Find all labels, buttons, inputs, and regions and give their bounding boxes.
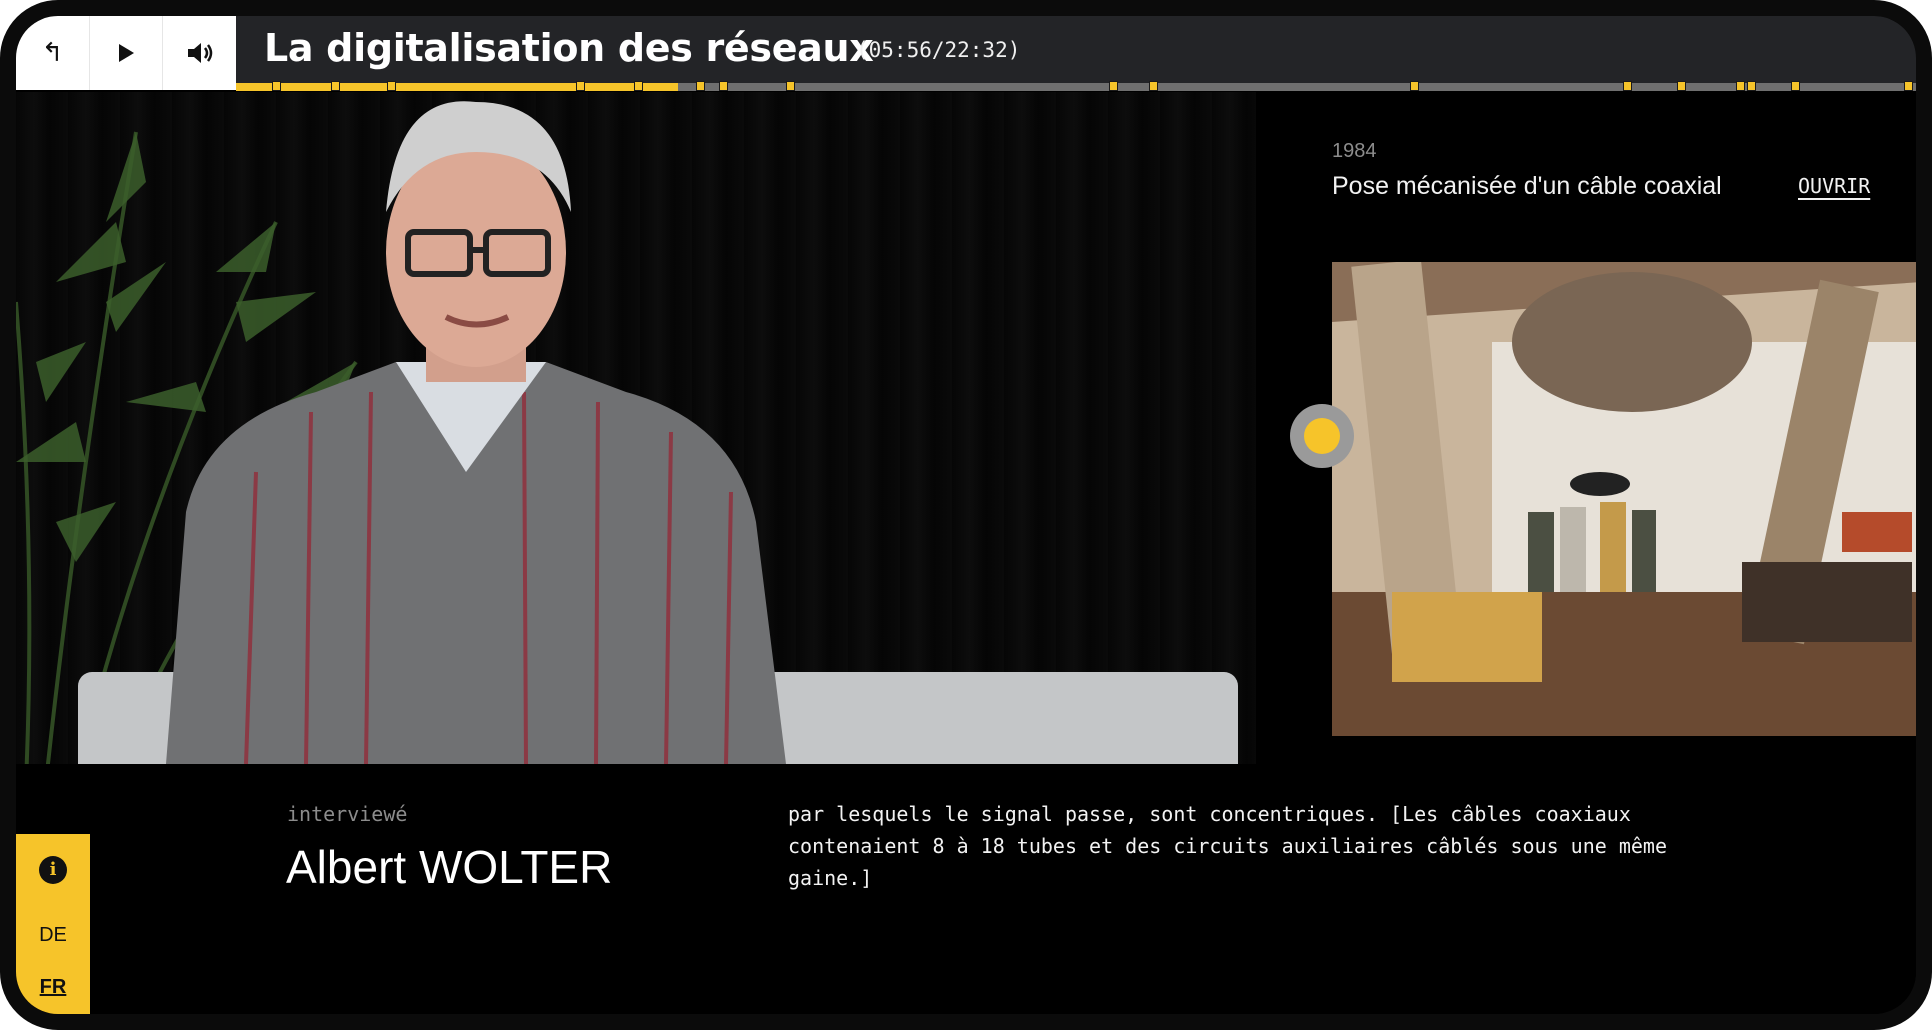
chapter-marker[interactable] [576, 81, 586, 91]
interview-video[interactable] [16, 92, 1256, 764]
volume-icon [187, 43, 212, 63]
chapter-marker[interactable] [1108, 81, 1118, 91]
chapter-marker[interactable] [1791, 81, 1801, 91]
volume-button[interactable] [163, 16, 236, 90]
archive-photo-image [1332, 262, 1916, 736]
speaker-role: interviewé [287, 802, 408, 826]
chapter-marker[interactable] [633, 81, 643, 91]
chapter-marker[interactable] [1747, 81, 1757, 91]
app-frame: ↰ La digitalisation des réseaux (05:56/2… [0, 0, 1932, 1030]
chapter-marker[interactable] [786, 81, 796, 91]
media-year: 1984 [1332, 140, 1377, 162]
chapter-marker[interactable] [272, 81, 282, 91]
media-title: Pose mécanisée d'un câble coaxial [1332, 172, 1722, 200]
speaker-name: Albert WOLTER [286, 841, 613, 893]
language-panel: i DE FR [16, 834, 90, 1014]
chapter-marker[interactable] [1676, 81, 1686, 91]
open-media-link[interactable]: OUVRIR [1798, 174, 1870, 198]
chapter-marker[interactable] [1623, 81, 1633, 91]
chapter-marker[interactable] [1149, 81, 1159, 91]
video-title: La digitalisation des réseaux [264, 26, 874, 70]
chapter-marker[interactable] [1903, 81, 1913, 91]
play-icon [119, 44, 134, 62]
back-button[interactable]: ↰ [16, 16, 90, 90]
chapter-marker[interactable] [331, 81, 341, 91]
chapter-marker[interactable] [695, 81, 705, 91]
progress-fill [236, 83, 678, 91]
arrow-back-icon: ↰ [41, 38, 64, 68]
title-bar: La digitalisation des réseaux (05:56/22:… [236, 16, 1916, 90]
info-icon[interactable]: i [39, 856, 67, 884]
timecode: (05:56/22:32) [856, 38, 1021, 62]
chapter-marker[interactable] [1409, 81, 1419, 91]
media-timeline-dot-center [1304, 418, 1340, 454]
chapter-marker[interactable] [1735, 81, 1745, 91]
interviewee-figure [166, 101, 786, 764]
chapter-marker[interactable] [719, 81, 729, 91]
transcript-text: par lesquels le signal passe, sont conce… [788, 802, 1667, 890]
language-de-button[interactable]: DE [16, 924, 90, 947]
archive-photo[interactable] [1332, 262, 1916, 736]
language-fr-button[interactable]: FR [16, 976, 90, 999]
chapter-marker[interactable] [386, 81, 396, 91]
play-button[interactable] [90, 16, 164, 90]
player-controls: ↰ [16, 16, 236, 90]
progress-bar[interactable] [236, 80, 1916, 92]
media-timeline-dot[interactable] [1290, 404, 1354, 468]
